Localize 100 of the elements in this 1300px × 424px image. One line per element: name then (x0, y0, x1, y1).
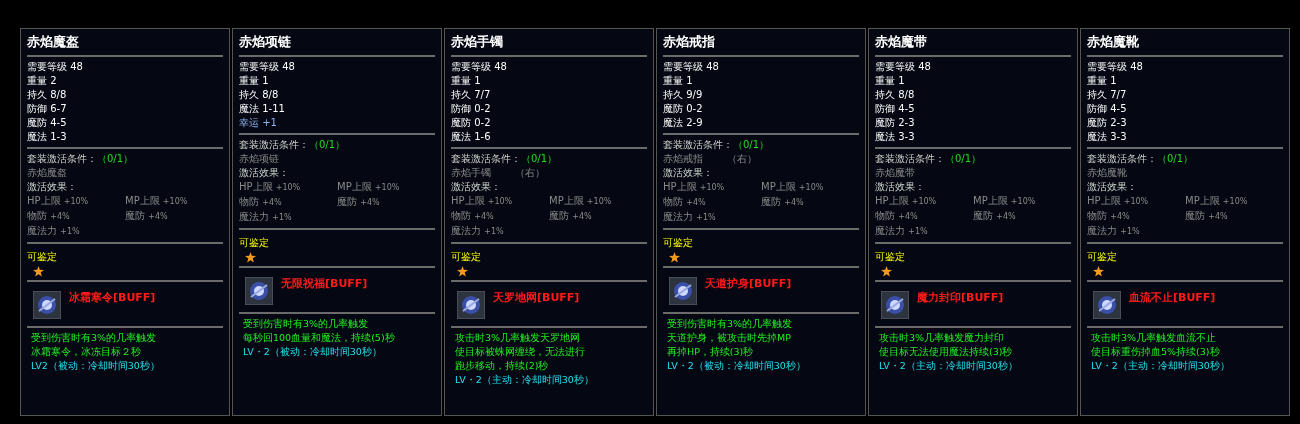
stat-line: 持久 9/9 (663, 88, 704, 102)
set-effect: MP上限 +10% (973, 194, 1037, 208)
stat-line: 防御 4-5 (1087, 102, 1128, 116)
stat-line: 需要等级 48 (239, 60, 296, 74)
skill-description: 每秒回100血量和魔法，持续(5)秒 (243, 331, 396, 345)
set-effect: MP上限 +10% (337, 180, 401, 194)
set-effect: 物防 +4% (451, 209, 495, 223)
skill-icon (457, 291, 485, 319)
set-condition-label: 套装激活条件： (27, 152, 97, 166)
stat-line: 魔法 3-3 (1087, 130, 1128, 144)
set-count: （0/1） (1157, 152, 1194, 166)
set-effect: MP上限 +10% (1185, 194, 1249, 208)
skill-description: 使目标重伤掉血5%持续(3)秒 (1091, 345, 1221, 359)
set-count: （0/1） (733, 138, 770, 152)
set-effect-title: 激活效果： (27, 180, 78, 194)
item-name: 赤焰魔带 (875, 33, 928, 51)
stat-line: 需要等级 48 (451, 60, 508, 74)
skill-cooldown: LV・2（主动：冷却时间30秒） (1091, 359, 1231, 373)
stat-line: 需要等级 48 (663, 60, 720, 74)
skill-name: 无限祝福[BUFF] (281, 277, 368, 291)
set-side: （右） (727, 152, 757, 166)
set-effect-title: 激活效果： (663, 166, 714, 180)
set-effect: 魔法力 +1% (27, 224, 81, 238)
item-name: 赤焰项链 (239, 33, 292, 51)
skill-name: 天罗地网[BUFF] (493, 291, 580, 305)
set-effect: HP上限 +10% (875, 194, 938, 208)
skill-cooldown: LV・2（被动：冷却时间30秒） (667, 359, 807, 373)
skill-icon (245, 277, 273, 305)
stat-line: 重量 1 (239, 74, 270, 88)
set-piece: 赤焰魔带 (875, 166, 915, 180)
set-effect: MP上限 +10% (761, 180, 825, 194)
set-count: （0/1） (97, 152, 134, 166)
set-piece: 赤焰魔靴 (1087, 166, 1127, 180)
set-condition-label: 套装激活条件： (239, 138, 309, 152)
set-effect: 物防 +4% (1087, 209, 1131, 223)
skill-description: 使目标无法使用魔法持续(3)秒 (879, 345, 1014, 359)
stat-line: 重量 1 (875, 74, 906, 88)
stat-line: 魔防 2-3 (1087, 116, 1128, 130)
item-name: 赤焰魔盔 (27, 33, 80, 51)
item-name: 赤焰戒指 (663, 33, 716, 51)
set-effect: MP上限 +10% (549, 194, 613, 208)
set-effect: HP上限 +10% (239, 180, 302, 194)
set-effect: 魔防 +4% (1185, 209, 1229, 223)
stat-line: 持久 8/8 (875, 88, 916, 102)
set-piece: 赤焰项链 (239, 152, 279, 166)
skill-description: 使目标被蛛网缠绕，无法进行 (455, 345, 586, 359)
set-effect: 魔防 +4% (125, 209, 169, 223)
skill-cooldown: LV2（被动：冷却时间30秒） (31, 359, 161, 373)
skill-description: 跑步移动，持续(2)秒 (455, 359, 550, 373)
skill-icon (33, 291, 61, 319)
skill-name: 冰霜寒令[BUFF] (69, 291, 156, 305)
stat-line: 持久 8/8 (239, 88, 280, 102)
appraise-label: 可鉴定 (875, 250, 906, 264)
set-effect: 物防 +4% (27, 209, 71, 223)
stat-line: 魔法 1-3 (27, 130, 68, 144)
set-effect: 魔防 +4% (973, 209, 1017, 223)
set-effect: 物防 +4% (875, 209, 919, 223)
skill-icon (881, 291, 909, 319)
set-effect: HP上限 +10% (1087, 194, 1150, 208)
skill-cooldown: LV・2（主动：冷却时间30秒） (455, 373, 595, 387)
stat-line: 魔防 0-2 (451, 116, 492, 130)
skill-description: 受到伤害时有3%的几率触发 (31, 331, 158, 345)
set-effect: 魔防 +4% (337, 195, 381, 209)
set-condition-label: 套装激活条件： (1087, 152, 1157, 166)
appraise-label: 可鉴定 (239, 236, 270, 250)
set-effect: 魔法力 +1% (1087, 224, 1141, 238)
stat-line: 防御 6-7 (27, 102, 68, 116)
skill-description: 受到伤害时有3%的几率触发 (667, 317, 794, 331)
skill-icon (1093, 291, 1121, 319)
skill-cooldown: LV・2（被动：冷却时间30秒） (243, 345, 383, 359)
set-condition-label: 套装激活条件： (663, 138, 733, 152)
skill-icon (669, 277, 697, 305)
skill-name: 血流不止[BUFF] (1129, 291, 1216, 305)
stat-line: 幸运 +1 (239, 116, 278, 130)
stat-line: 持久 8/8 (27, 88, 68, 102)
skill-description: 受到伤害时有3%的几率触发 (243, 317, 370, 331)
appraise-label: 可鉴定 (27, 250, 58, 264)
stat-line: 魔法 1-6 (451, 130, 492, 144)
set-count: （0/1） (521, 152, 558, 166)
item-name: 赤焰魔靴 (1087, 33, 1140, 51)
stat-line: 持久 7/7 (451, 88, 492, 102)
set-effect: MP上限 +10% (125, 194, 189, 208)
set-effect-title: 激活效果： (239, 166, 290, 180)
stat-line: 需要等级 48 (1087, 60, 1144, 74)
set-effect: HP上限 +10% (451, 194, 514, 208)
item-name: 赤焰手镯 (451, 33, 504, 51)
stat-line: 防御 0-2 (451, 102, 492, 116)
appraise-label: 可鉴定 (451, 250, 482, 264)
stat-line: 魔防 0-2 (663, 102, 704, 116)
set-effect: 魔法力 +1% (451, 224, 505, 238)
set-effect-title: 激活效果： (451, 180, 502, 194)
stat-line: 重量 2 (27, 74, 58, 88)
stat-line: 重量 1 (1087, 74, 1118, 88)
skill-description: 攻击时3%几率触发血流不止 (1091, 331, 1218, 345)
set-piece: 赤焰魔盔 (27, 166, 67, 180)
stat-line: 魔法 1-11 (239, 102, 286, 116)
skill-name: 魔力封印[BUFF] (917, 291, 1004, 305)
skill-name: 天道护身[BUFF] (705, 277, 792, 291)
stat-line: 防御 4-5 (875, 102, 916, 116)
set-effect: 物防 +4% (239, 195, 283, 209)
